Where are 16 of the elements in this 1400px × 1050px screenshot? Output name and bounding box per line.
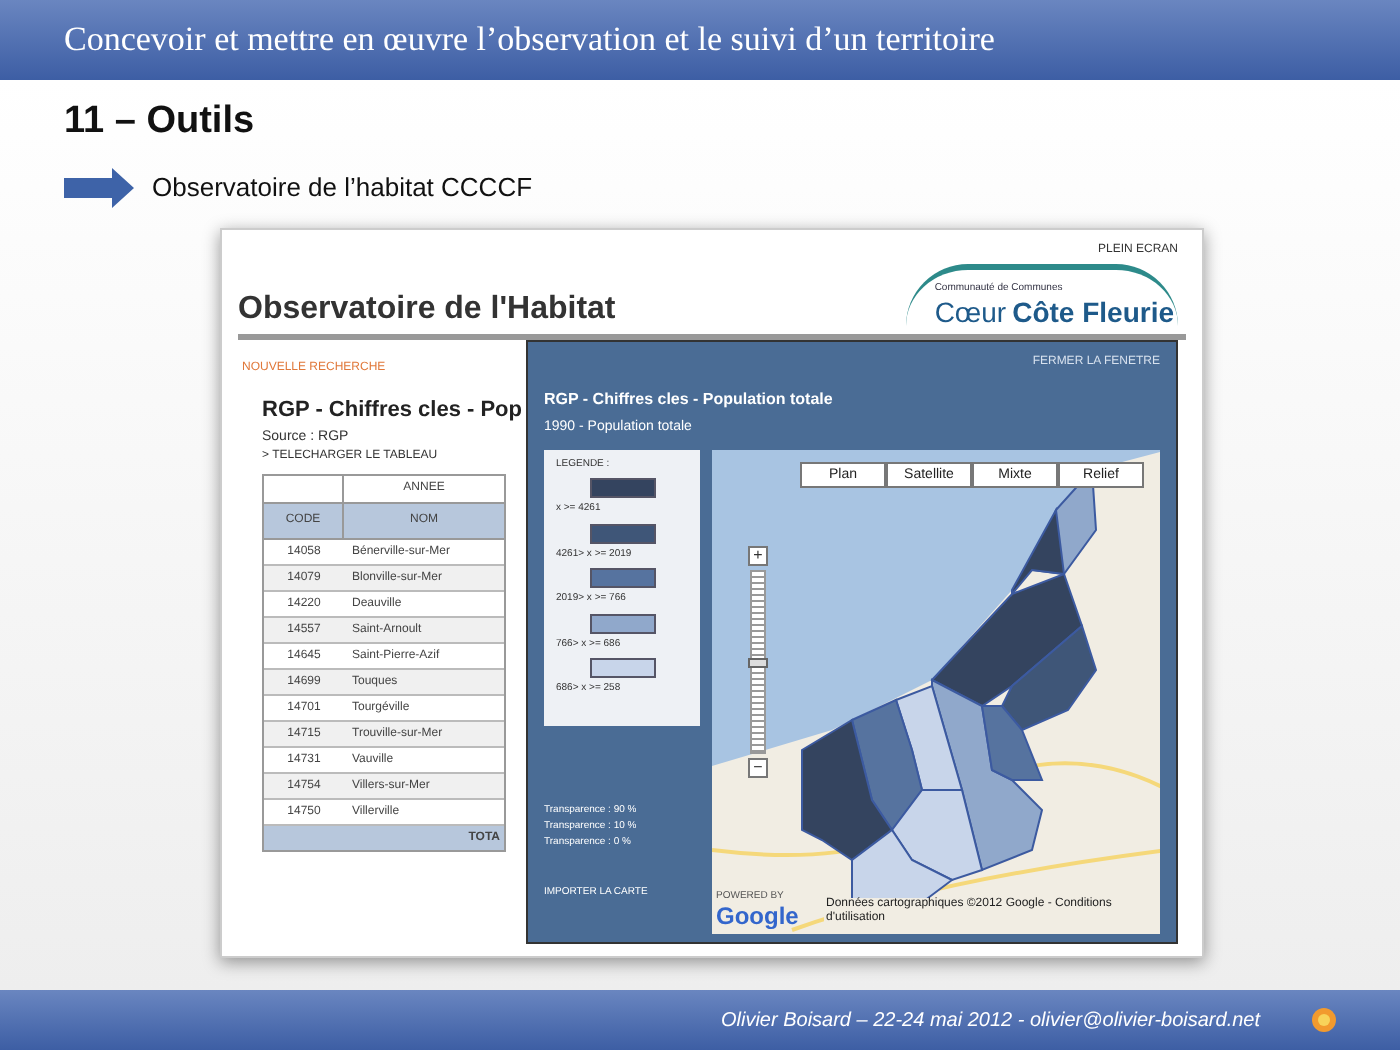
bullet-text: Observatoire de l’habitat CCCCF: [152, 170, 533, 207]
page-title: Observatoire de l'Habitat: [238, 290, 616, 330]
table-title: RGP - Chiffres cles - Pop: [262, 396, 522, 426]
zoom-slider-thumb[interactable]: [748, 657, 768, 667]
zoom-slider[interactable]: [750, 569, 766, 753]
google-logo: Google: [716, 904, 799, 928]
logo-text: Cœur: [934, 297, 1007, 325]
popup-title: RGP - Chiffres cles - Population totale: [544, 388, 835, 412]
zoom-out-button[interactable]: −: [748, 757, 768, 777]
slide-header-title: Concevoir et mettre en œuvre l’observation et le suivi d’un territoire: [64, 18, 995, 63]
footer-text: Olivier Boisard – 22-24 mai 2012 - olivier@olivier-boisard.net: [720, 1007, 1260, 1035]
logo-text: Côte Fleurie: [1012, 297, 1174, 325]
flower-icon: [1308, 1002, 1340, 1038]
section-title: 11 – Outils: [64, 100, 257, 144]
zoom-in-button[interactable]: +: [748, 545, 768, 565]
arrow-icon: [60, 168, 136, 208]
